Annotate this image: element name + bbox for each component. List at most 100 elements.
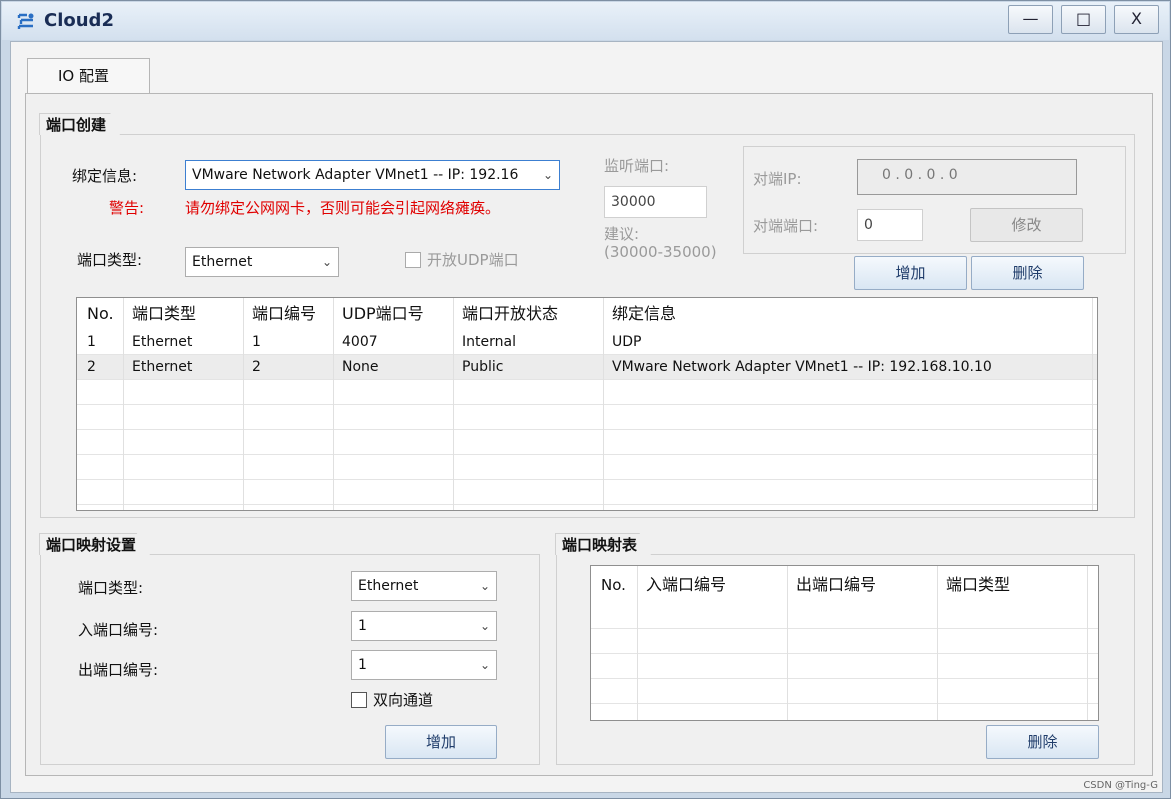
cell-port-type: Ethernet (132, 334, 193, 350)
grid-line (453, 298, 454, 510)
udp-port-checkbox[interactable] (405, 252, 421, 268)
table-row-empty (591, 604, 1098, 629)
table-row-empty (591, 679, 1098, 704)
bind-info-label: 绑定信息: (72, 167, 138, 185)
out-port-select[interactable]: 1 ⌄ (351, 650, 497, 680)
listen-port-input[interactable]: 30000 (604, 186, 707, 218)
table-row-empty (77, 405, 1097, 430)
suggest-label: 建议: (604, 225, 640, 243)
delete-port-button[interactable]: 删除 (971, 256, 1084, 290)
table-row-empty (77, 380, 1097, 405)
col-header-no: No. (601, 576, 626, 594)
listen-port-label: 监听端口: (604, 157, 670, 175)
cell-open-status: Public (462, 359, 504, 375)
cell-port-type: Ethernet (132, 359, 193, 375)
peer-ip-input[interactable]: 0 . 0 . 0 . 0 (857, 159, 1077, 195)
peer-settings-box: 对端IP: 0 . 0 . 0 . 0 对端端口: 0 修改 (743, 146, 1126, 254)
table-row-empty (77, 455, 1097, 480)
cell-no: 1 (87, 334, 96, 350)
grid-line (603, 298, 604, 510)
port-type-value: Ethernet (192, 254, 253, 270)
cell-no: 2 (87, 359, 96, 375)
port-map-table[interactable]: No. 入端口编号 出端口编号 端口类型 (590, 565, 1099, 721)
port-create-group-label: 端口创建 (39, 113, 121, 135)
cell-port-number: 1 (252, 334, 261, 350)
chevron-down-icon: ⌄ (479, 579, 490, 593)
cell-udp-port: 4007 (342, 334, 378, 350)
map-table-header-row: No. 入端口编号 出端口编号 端口类型 (591, 566, 1098, 604)
warning-label: 警告: (109, 199, 145, 217)
port-map-table-group: 端口映射表 No. 入端口编号 出端口编号 端口类型 删除 (555, 533, 1135, 765)
col-header-out-port: 出端口编号 (796, 575, 877, 594)
minimize-button[interactable]: — (1008, 5, 1053, 34)
watermark: CSDN @Ting-G (1083, 780, 1158, 791)
cell-open-status: Internal (462, 334, 516, 350)
table-row[interactable]: 2 Ethernet 2 None Public VMware Network … (77, 355, 1097, 380)
bidirectional-checkbox[interactable] (351, 692, 367, 708)
col-header-open-status: 端口开放状态 (462, 304, 559, 323)
cloud2-window: Cloud2 — □ X IO 配置 端口创建 绑定信息: VMware Net… (0, 0, 1171, 799)
port-create-group: 端口创建 绑定信息: VMware Network Adapter VMnet1… (39, 113, 1135, 518)
table-row[interactable]: 1 Ethernet 1 4007 Internal UDP (77, 330, 1097, 355)
col-header-port-type: 端口类型 (946, 575, 1011, 594)
title-bar[interactable]: Cloud2 — □ X (2, 2, 1169, 40)
grid-line (333, 298, 334, 510)
port-table[interactable]: No. 端口类型 端口编号 UDP端口号 端口开放状态 绑定信息 1 Ether… (76, 297, 1098, 511)
grid-line (787, 566, 788, 720)
tab-io-config[interactable]: IO 配置 (27, 58, 150, 94)
in-port-value: 1 (358, 618, 367, 634)
suggest-range: (30000-35000) (604, 243, 717, 261)
out-port-value: 1 (358, 657, 367, 673)
port-type-label: 端口类型: (77, 251, 143, 269)
cell-port-number: 2 (252, 359, 261, 375)
grid-line (123, 298, 124, 510)
col-header-port-type: 端口类型 (132, 304, 197, 323)
map-port-type-value: Ethernet (358, 578, 419, 594)
col-header-port-number: 端口编号 (252, 304, 317, 323)
grid-line (243, 298, 244, 510)
bidirectional-label: 双向通道 (373, 691, 434, 709)
col-header-no: No. (87, 304, 114, 323)
port-map-table-group-label: 端口映射表 (555, 533, 652, 555)
chevron-down-icon: ⌄ (542, 168, 553, 182)
cell-bind-info: UDP (612, 334, 642, 350)
map-port-type-label: 端口类型: (78, 579, 144, 597)
close-button[interactable]: X (1114, 5, 1159, 34)
table-row-empty (77, 430, 1097, 455)
port-map-settings-group: 端口映射设置 端口类型: Ethernet ⌄ 入端口编号: 1 ⌄ 出端口编号… (39, 533, 540, 765)
grid-line (1092, 298, 1093, 510)
client-area: IO 配置 端口创建 绑定信息: VMware Network Adapter … (10, 41, 1163, 793)
col-header-in-port: 入端口编号 (646, 575, 727, 594)
modify-button[interactable]: 修改 (970, 208, 1083, 242)
cloud-app-icon (17, 13, 34, 29)
port-type-select[interactable]: Ethernet ⌄ (185, 247, 339, 277)
close-icon: X (1131, 9, 1142, 28)
in-port-select[interactable]: 1 ⌄ (351, 611, 497, 641)
map-port-type-select[interactable]: Ethernet ⌄ (351, 571, 497, 601)
io-config-pane: 端口创建 绑定信息: VMware Network Adapter VMnet1… (25, 93, 1153, 776)
add-mapping-button[interactable]: 增加 (385, 725, 497, 759)
bind-info-value: VMware Network Adapter VMnet1 -- IP: 192… (192, 167, 519, 183)
col-header-bind-info: 绑定信息 (612, 304, 677, 323)
delete-mapping-button[interactable]: 删除 (986, 725, 1099, 759)
peer-port-input[interactable]: 0 (857, 209, 923, 241)
warning-text: 请勿绑定公网网卡，否则可能会引起网络瘫痪。 (185, 199, 501, 217)
add-port-button[interactable]: 增加 (854, 256, 967, 290)
window-title: Cloud2 (44, 10, 114, 31)
bind-info-select[interactable]: VMware Network Adapter VMnet1 -- IP: 192… (185, 160, 560, 190)
cell-bind-info: VMware Network Adapter VMnet1 -- IP: 192… (612, 359, 992, 375)
maximize-button[interactable]: □ (1061, 5, 1106, 34)
in-port-label: 入端口编号: (78, 621, 159, 639)
port-map-settings-group-label: 端口映射设置 (39, 533, 151, 555)
minimize-icon: — (1022, 9, 1039, 28)
grid-line (1087, 566, 1088, 720)
chevron-down-icon: ⌄ (321, 255, 332, 269)
table-row-empty (77, 480, 1097, 505)
maximize-icon: □ (1075, 9, 1092, 28)
peer-port-label: 对端端口: (753, 217, 819, 235)
table-header-row: No. 端口类型 端口编号 UDP端口号 端口开放状态 绑定信息 (77, 298, 1097, 330)
peer-ip-label: 对端IP: (753, 170, 802, 188)
out-port-label: 出端口编号: (78, 661, 159, 679)
table-row-empty (591, 629, 1098, 654)
table-row-empty (591, 654, 1098, 679)
